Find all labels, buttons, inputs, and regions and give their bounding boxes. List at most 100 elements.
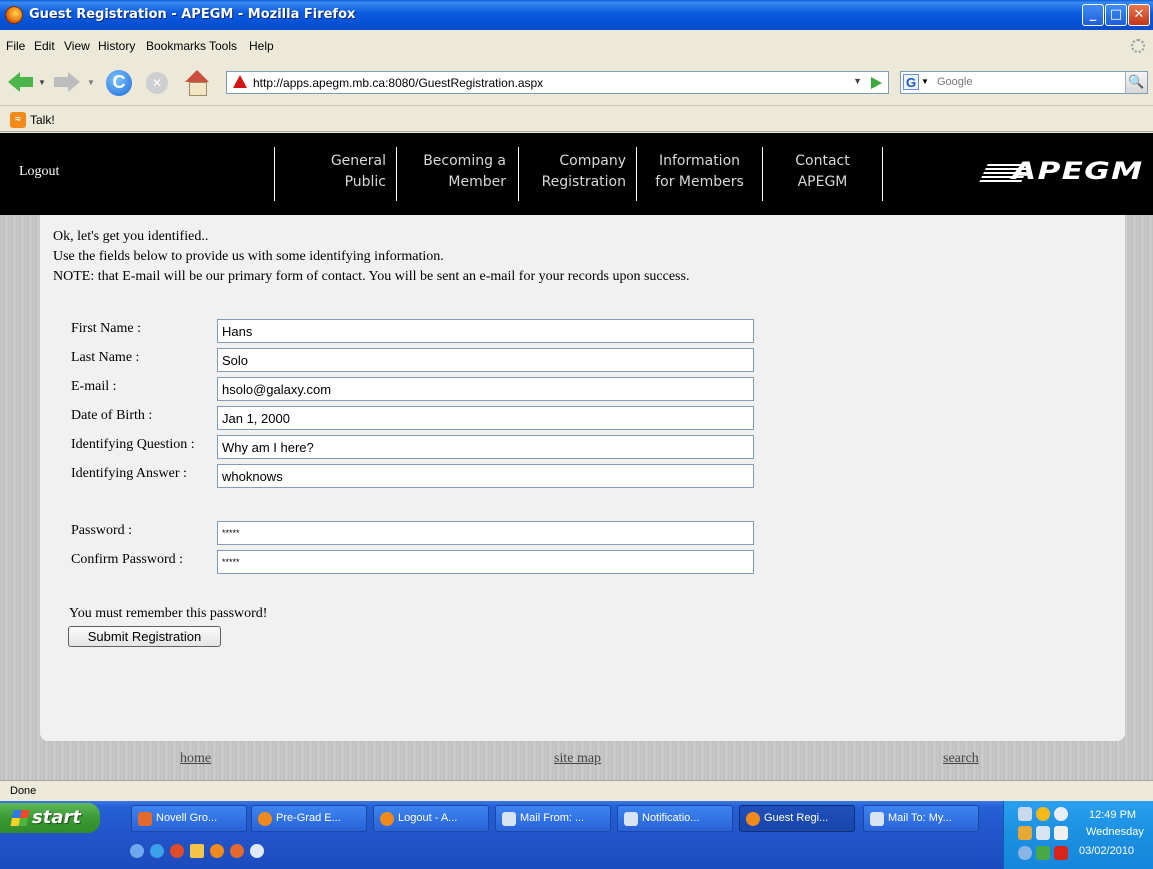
menu-bookmarks[interactable]: Bookmarks	[146, 39, 206, 53]
taskbar-button[interactable]: Logout - A...	[373, 805, 489, 832]
taskbar-button-label: Logout - A...	[398, 812, 458, 824]
search-icon[interactable]: 🔍	[1125, 72, 1147, 93]
nav-becoming-a-member[interactable]: Becoming a Member	[396, 147, 518, 201]
nav-label-line2: Registration	[541, 174, 626, 190]
forward-arrow-icon[interactable]	[54, 72, 80, 92]
start-button[interactable]: start	[0, 803, 100, 833]
folder-icon[interactable]	[190, 844, 204, 858]
stop-icon[interactable]: ✕	[146, 72, 168, 94]
taskbar-button[interactable]: Novell Gro...	[131, 805, 247, 832]
search-box[interactable]: G ▼ 🔍	[900, 71, 1148, 94]
back-history-dropdown-icon[interactable]: ▼	[38, 78, 46, 87]
nav-divider	[882, 147, 883, 201]
password-field[interactable]	[217, 521, 754, 545]
taskbar-button-active[interactable]: Guest Regi...	[739, 805, 855, 832]
bookmark-talk[interactable]: Talk!	[30, 113, 55, 127]
close-button[interactable]: ✕	[1128, 4, 1150, 26]
firefox-icon[interactable]	[210, 844, 224, 858]
window-title-bar[interactable]: Guest Registration - APEGM - Mozilla Fir…	[0, 0, 1153, 30]
google-engine-icon[interactable]: G	[903, 74, 919, 90]
clock-date: 03/02/2010	[1079, 845, 1135, 857]
identifying-question-field[interactable]	[217, 435, 754, 459]
nav-label-line1: Company	[559, 153, 626, 169]
menu-tools[interactable]: Tools	[209, 39, 237, 53]
identifying-answer-label: Identifying Answer :	[71, 466, 187, 481]
date-of-birth-field[interactable]	[217, 406, 754, 430]
last-name-field[interactable]	[217, 348, 754, 372]
status-bar: Done	[0, 780, 1153, 801]
reload-icon[interactable]: C	[106, 70, 132, 96]
email-field[interactable]	[217, 377, 754, 401]
footer-site-map-link[interactable]: site map	[554, 751, 601, 767]
clock-time[interactable]: 12:49 PM	[1089, 809, 1136, 821]
search-engine-dropdown-icon[interactable]: ▼	[921, 77, 929, 86]
activity-throbber-icon	[1131, 39, 1145, 53]
menu-edit[interactable]: Edit	[34, 39, 55, 53]
menu-help[interactable]: Help	[249, 39, 274, 53]
taskbar-button[interactable]: Pre-Grad E...	[251, 805, 367, 832]
novell-n-icon[interactable]	[1054, 846, 1068, 860]
tray-app-icon[interactable]	[1018, 846, 1032, 860]
footer-home-link[interactable]: home	[180, 751, 211, 767]
novell-icon[interactable]	[230, 844, 244, 858]
tray-app-icon[interactable]	[1036, 826, 1050, 840]
taskbar-button[interactable]: Notificatio...	[617, 805, 733, 832]
menu-file[interactable]: File	[6, 39, 25, 53]
taskbar-button-label: Mail To: My...	[888, 812, 952, 824]
taskbar-button-label: Mail From: ...	[520, 812, 585, 824]
search-input[interactable]	[937, 76, 1107, 88]
firefox-icon	[258, 812, 272, 826]
novell-groupwise-icon	[138, 812, 152, 826]
nav-general-public[interactable]: General Public	[274, 147, 396, 201]
taskbar-button-label: Guest Regi...	[764, 812, 829, 824]
taskbar-button-label: Notificatio...	[642, 812, 700, 824]
footer-search-link[interactable]: search	[943, 751, 979, 767]
security-shield-icon[interactable]	[1036, 807, 1050, 821]
windows-taskbar: start Novell Gro... Pre-Grad E... Logout…	[0, 801, 1153, 869]
maximize-button[interactable]: □	[1105, 4, 1127, 26]
identifying-answer-field[interactable]	[217, 464, 754, 488]
tray-app-icon[interactable]	[1036, 846, 1050, 860]
security-warning-icon	[233, 75, 247, 88]
start-label: start	[32, 807, 81, 828]
tray-app-icon[interactable]	[1018, 826, 1032, 840]
internet-explorer-icon[interactable]	[150, 844, 164, 858]
show-desktop-icon[interactable]	[130, 844, 144, 858]
taskbar-button[interactable]: Mail To: My...	[863, 805, 979, 832]
rss-feed-icon: ≈	[10, 112, 26, 128]
back-arrow-icon[interactable]	[8, 72, 34, 92]
forward-history-dropdown-icon[interactable]: ▼	[87, 78, 95, 87]
menu-history[interactable]: History	[98, 39, 135, 53]
nav-label-line1: Information	[658, 153, 741, 169]
clock-day: Wednesday	[1086, 826, 1144, 838]
intro-line: NOTE: that E-mail will be our primary fo…	[53, 269, 690, 284]
tray-app-icon[interactable]	[1054, 826, 1068, 840]
app-icon[interactable]	[250, 844, 264, 858]
submit-registration-button[interactable]: Submit Registration	[68, 626, 221, 647]
first-name-field[interactable]	[217, 319, 754, 343]
volume-icon[interactable]	[1054, 807, 1068, 821]
confirm-password-field[interactable]	[217, 550, 754, 574]
url-history-dropdown-icon[interactable]: ▼	[853, 76, 862, 86]
network-icon[interactable]	[1018, 807, 1032, 821]
apegm-logo[interactable]: APEGM	[979, 157, 1148, 189]
minimize-button[interactable]: _	[1082, 4, 1104, 26]
home-icon[interactable]	[184, 70, 210, 96]
nav-company-registration[interactable]: Company Registration	[518, 147, 636, 201]
bookmarks-toolbar: ≈ Talk!	[0, 107, 1153, 132]
nav-contact-apegm[interactable]: Contact APEGM	[762, 147, 882, 201]
media-player-icon[interactable]	[170, 844, 184, 858]
menu-view[interactable]: View	[64, 39, 90, 53]
intro-line: Use the fields below to provide us with …	[53, 249, 444, 264]
logout-link[interactable]: Logout	[19, 164, 59, 180]
go-arrow-icon[interactable]	[871, 77, 882, 89]
nav-information-for-members[interactable]: Information for Members	[636, 147, 762, 201]
url-text[interactable]: http://apps.apegm.mb.ca:8080/GuestRegist…	[253, 76, 543, 90]
system-tray: 12:49 PM Wednesday 03/02/2010	[1003, 801, 1153, 869]
url-bar[interactable]: http://apps.apegm.mb.ca:8080/GuestRegist…	[226, 71, 889, 94]
window-title: Guest Registration - APEGM - Mozilla Fir…	[29, 7, 356, 22]
remember-password-note: You must remember this password!	[69, 606, 268, 621]
navigation-toolbar: ▼ ▼ C ✕ http://apps.apegm.mb.ca:8080/Gue…	[0, 60, 1153, 106]
taskbar-button[interactable]: Mail From: ...	[495, 805, 611, 832]
nav-label-line2: APEGM	[797, 174, 848, 190]
